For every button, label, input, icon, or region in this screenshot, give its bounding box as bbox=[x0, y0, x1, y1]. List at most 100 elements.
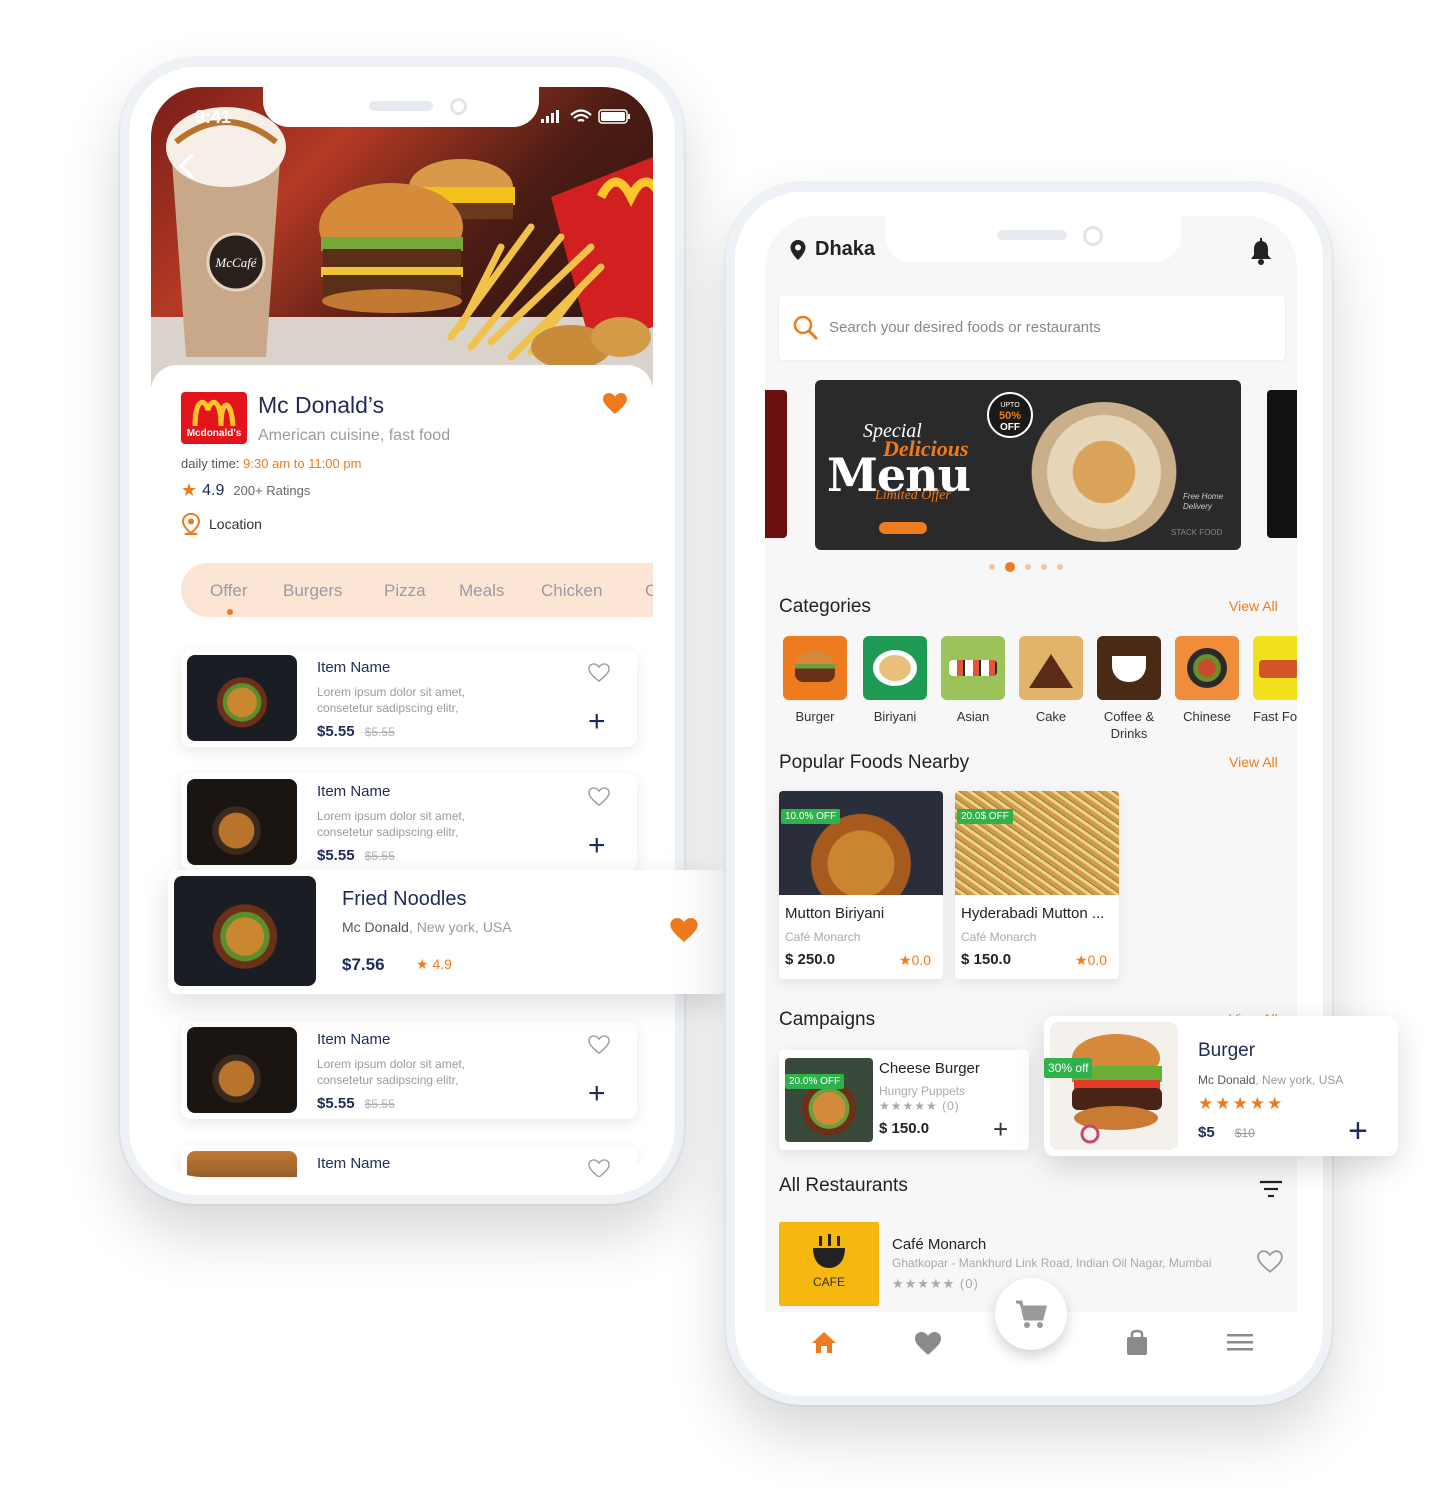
heart-outline-icon[interactable] bbox=[1257, 1250, 1283, 1274]
add-icon[interactable]: + bbox=[588, 1079, 606, 1109]
left-screen: McCafé 9:41 Mcdonald's Mc Donald’s Ameri… bbox=[151, 87, 653, 1177]
popular-food-card[interactable]: 10.0% OFF Mutton Biriyani Café Monarch $… bbox=[779, 791, 943, 979]
heart-outline-icon[interactable] bbox=[588, 1035, 610, 1055]
tab-offer[interactable]: Offer bbox=[210, 581, 247, 601]
right-screen: Dhaka Search your desired foods or resta… bbox=[765, 216, 1297, 1376]
heart-outline-icon[interactable] bbox=[588, 663, 610, 683]
orders-bag-icon[interactable] bbox=[1125, 1328, 1149, 1356]
ratings-count: 200+ Ratings bbox=[233, 483, 311, 498]
search-bar[interactable]: Search your desired foods or restaurants bbox=[779, 296, 1285, 360]
banner-prev-peek bbox=[765, 390, 787, 538]
home-icon[interactable] bbox=[811, 1330, 837, 1354]
category-cake[interactable]: Cake bbox=[1019, 636, 1083, 725]
add-icon[interactable]: + bbox=[588, 831, 606, 861]
item-thumbnail bbox=[187, 655, 297, 741]
daily-time: daily time: 9:30 am to 11:00 pm bbox=[181, 456, 361, 471]
carousel-dot[interactable] bbox=[1057, 564, 1063, 570]
category-fast-food[interactable]: Fast Fo bbox=[1253, 636, 1297, 725]
food-image bbox=[779, 791, 943, 895]
banner-order-button[interactable] bbox=[879, 522, 927, 534]
food-price: $ 250.0 bbox=[785, 951, 836, 968]
popular-title: Popular Foods Nearby bbox=[779, 752, 970, 773]
favorites-icon[interactable] bbox=[914, 1332, 942, 1356]
notification-bell-icon[interactable] bbox=[1249, 238, 1273, 266]
tab-burgers[interactable]: Burgers bbox=[283, 581, 343, 601]
add-icon[interactable]: + bbox=[588, 707, 606, 737]
location-row[interactable]: Location bbox=[181, 513, 262, 535]
carousel-dot-active[interactable] bbox=[1005, 562, 1015, 572]
category-image bbox=[1175, 636, 1239, 700]
popular-view-all[interactable]: View All bbox=[1229, 754, 1278, 770]
menu-item-card[interactable]: Item Name Lorem ipsum dolor sit amet, co… bbox=[181, 1021, 637, 1119]
location-selector[interactable]: Dhaka bbox=[789, 238, 875, 261]
campaign-card[interactable]: 20.0% OFF Cheese Burger Hungry Puppets ★… bbox=[779, 1050, 1029, 1150]
item-name: Item Name bbox=[317, 783, 391, 800]
camera bbox=[450, 98, 467, 115]
carousel-dot[interactable] bbox=[1025, 564, 1031, 570]
category-image bbox=[783, 636, 847, 700]
item-name: Item Name bbox=[317, 1155, 391, 1172]
categories-view-all[interactable]: View All bbox=[1229, 598, 1278, 614]
burger-promo-card[interactable]: 30% off Burger Mc Donald, New york, USA … bbox=[1044, 1016, 1398, 1156]
popular-food-card[interactable]: 20.0$ OFF Hyderabadi Mutton ... Café Mon… bbox=[955, 791, 1119, 979]
carousel-dot[interactable] bbox=[1041, 564, 1047, 570]
category-asian[interactable]: Asian bbox=[941, 636, 1005, 725]
favorite-heart-icon[interactable] bbox=[603, 393, 627, 415]
menu-item-card[interactable]: Item Name Lorem ipsum dolor sit amet, co… bbox=[181, 649, 637, 747]
promo-banner[interactable]: Special Delicious Menu Limited Offer UPT… bbox=[815, 380, 1241, 550]
menu-icon[interactable] bbox=[1227, 1334, 1253, 1352]
food-name: Mutton Biriyani bbox=[785, 905, 885, 922]
category-chinese[interactable]: Chinese bbox=[1175, 636, 1239, 725]
tab-meals[interactable]: Meals bbox=[459, 581, 504, 601]
burger-illustration bbox=[1072, 1034, 1162, 1144]
add-icon[interactable]: + bbox=[1348, 1114, 1368, 1148]
food-price: $ 150.0 bbox=[961, 951, 1012, 968]
menu-item-card[interactable]: Item Name bbox=[181, 1145, 637, 1177]
favorite-heart-icon[interactable] bbox=[670, 918, 698, 943]
daily-time-label: daily time: bbox=[181, 456, 240, 471]
cart-button[interactable] bbox=[995, 1278, 1067, 1350]
banner-sub: Limited Offer bbox=[875, 488, 951, 503]
item-desc-line2: consetetur sadipscing elitr, bbox=[317, 701, 459, 715]
filter-icon[interactable] bbox=[1259, 1180, 1283, 1198]
category-image bbox=[941, 636, 1005, 700]
location-name: Dhaka bbox=[815, 238, 876, 260]
brand-location: , New york, USA bbox=[1255, 1073, 1344, 1087]
star-icon: ★ bbox=[181, 480, 198, 500]
logo-label: CAFE bbox=[812, 1275, 845, 1289]
heart-outline-icon[interactable] bbox=[588, 1159, 610, 1177]
restaurant-name: Café Monarch bbox=[892, 1236, 987, 1253]
tab-pizza[interactable]: Pizza bbox=[384, 581, 426, 601]
carousel-dots bbox=[989, 562, 1063, 572]
back-icon[interactable] bbox=[175, 151, 199, 181]
tab-indicator bbox=[227, 609, 233, 615]
menu-item-card[interactable]: Item Name Lorem ipsum dolor sit amet, co… bbox=[181, 773, 637, 871]
item-thumbnail bbox=[187, 1027, 297, 1113]
featured-item-card[interactable]: Fried Noodles Mc Donald, New york, USA $… bbox=[168, 870, 728, 994]
burger-name: Burger bbox=[1198, 1040, 1256, 1061]
item-desc-line1: Lorem ipsum dolor sit amet, bbox=[317, 809, 466, 823]
stars-icon: ★★★★★ bbox=[879, 1099, 938, 1113]
svg-text:McCafé: McCafé bbox=[214, 255, 257, 270]
category-burger[interactable]: Burger bbox=[783, 636, 847, 725]
price: $5 bbox=[1198, 1124, 1215, 1141]
rating-count: (0) bbox=[959, 1276, 979, 1291]
add-icon[interactable]: + bbox=[993, 1114, 1008, 1144]
discount-badge: 10.0% OFF bbox=[781, 809, 841, 824]
old-price: $5.55 bbox=[364, 725, 395, 739]
food-image bbox=[955, 791, 1119, 895]
category-image bbox=[1253, 636, 1297, 700]
featured-brand: Mc Donald, New york, USA bbox=[342, 919, 512, 935]
campaigns-title: Campaigns bbox=[779, 1009, 876, 1030]
categories-title: Categories bbox=[779, 596, 871, 617]
tab-more[interactable]: C bbox=[645, 581, 653, 601]
burger-stars-icon: ★★★★★ bbox=[1198, 1094, 1285, 1113]
heart-outline-icon[interactable] bbox=[588, 787, 610, 807]
category-label: Chinese bbox=[1183, 709, 1231, 724]
offer-sticker: UPTO 50% OFF bbox=[987, 392, 1033, 438]
category-biriyani[interactable]: Biriyani bbox=[863, 636, 927, 725]
tab-chicken[interactable]: Chicken bbox=[541, 581, 602, 601]
category-coffee-drinks[interactable]: Coffee & Drinks bbox=[1097, 636, 1161, 742]
item-desc-line2: consetetur sadipscing elitr, bbox=[317, 825, 459, 839]
carousel-dot[interactable] bbox=[989, 564, 995, 570]
